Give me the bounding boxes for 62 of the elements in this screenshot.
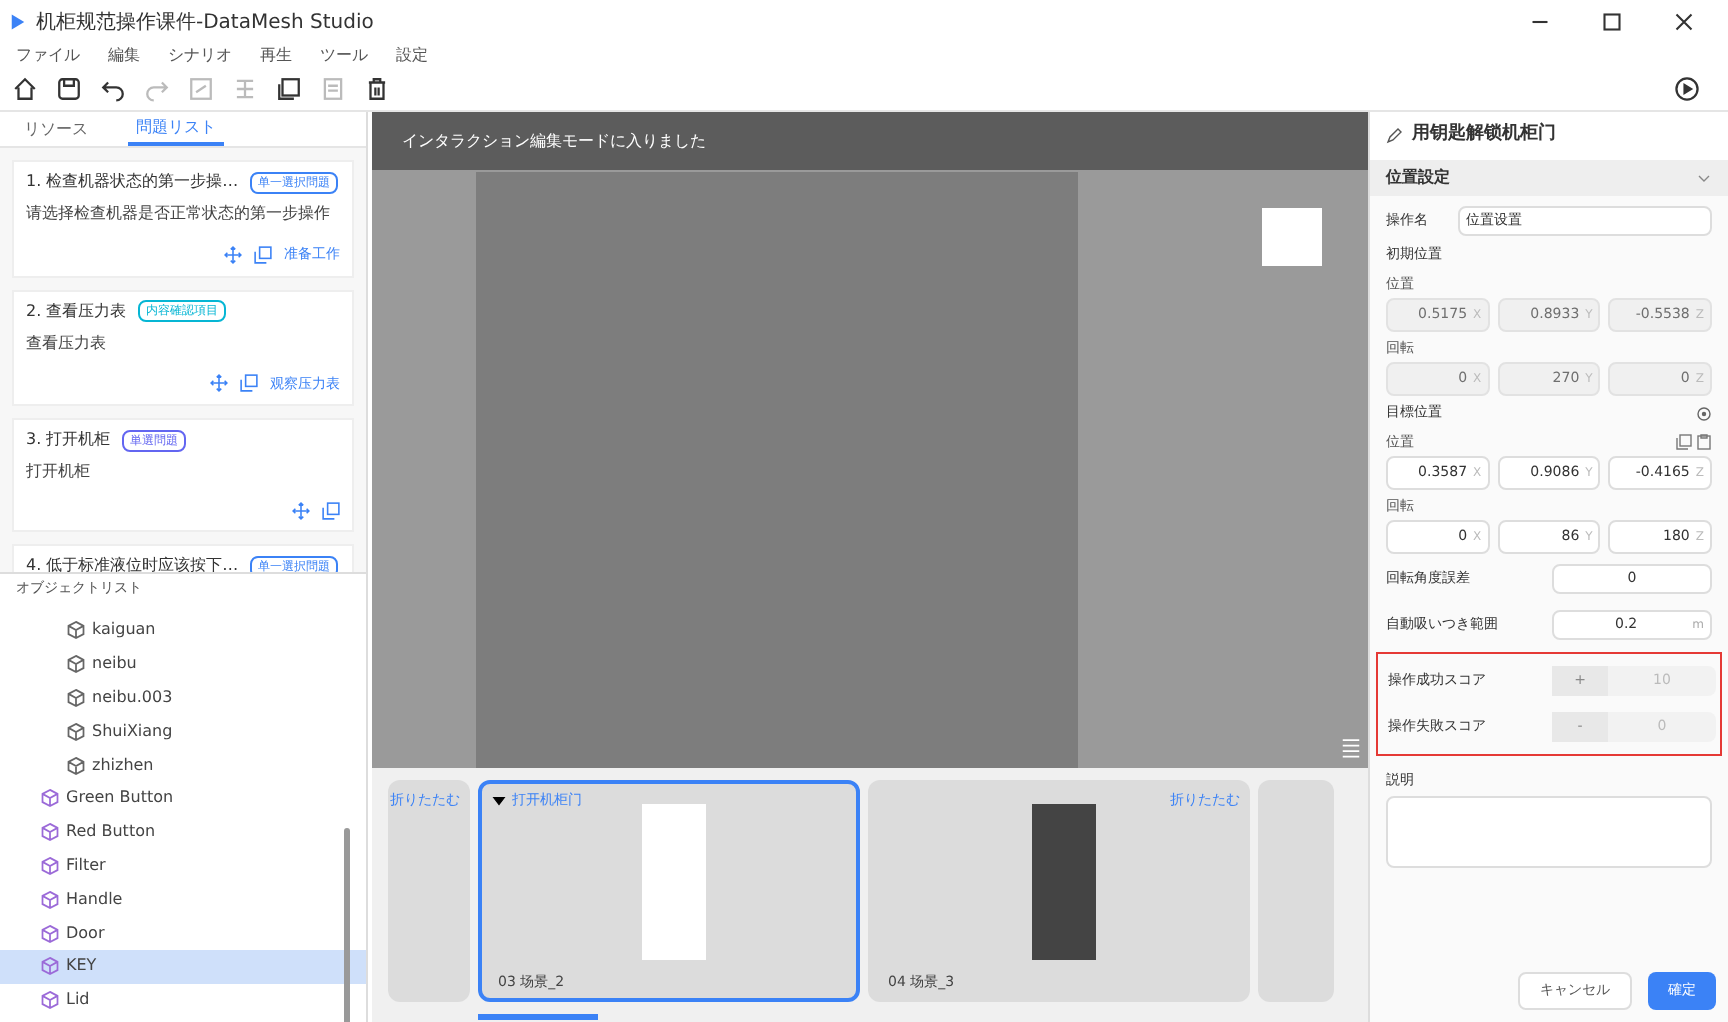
description-input[interactable]	[1386, 795, 1712, 867]
object-item[interactable]: Handle	[0, 882, 366, 917]
save-icon[interactable]	[56, 76, 82, 102]
list-icon[interactable]	[1340, 736, 1362, 758]
section-header[interactable]: 位置設定	[1370, 160, 1728, 196]
window-title: 机柜规范操作课件-DataMesh Studio	[36, 9, 376, 37]
play-icon[interactable]	[1674, 76, 1700, 102]
question-description: 请选择检查机器是否正常状态的第一步操作	[26, 202, 332, 226]
object-item[interactable]: Lid	[0, 983, 366, 1018]
cube-icon	[66, 755, 86, 776]
undo-icon[interactable]	[100, 76, 126, 102]
object-item[interactable]: ShuiXiang	[0, 714, 366, 749]
cube-icon	[40, 855, 60, 876]
move-icon[interactable]	[224, 245, 242, 264]
question-title: 4. 低于标准液位时应该按下…	[26, 554, 239, 572]
question-title: 2. 查看压力表	[26, 299, 127, 323]
close-icon[interactable]	[1672, 10, 1696, 34]
cube-icon	[40, 990, 60, 1011]
copy-icon[interactable]	[276, 76, 302, 102]
scrollbar[interactable]	[478, 1014, 598, 1020]
cube-icon	[40, 788, 60, 809]
status-banner: インタラクション編集モードに入りました	[372, 112, 1368, 170]
object-item[interactable]: KEY	[0, 949, 366, 984]
paste-icon[interactable]	[1696, 434, 1712, 450]
object-item[interactable]: neibu	[0, 647, 366, 682]
app-logo-icon	[8, 12, 28, 32]
question-title: 1. 检查机器状态的第一步操…	[26, 170, 239, 194]
caret-icon	[492, 793, 506, 808]
trash-icon[interactable]	[364, 76, 390, 102]
cube-icon	[40, 889, 60, 910]
home-icon[interactable]	[12, 76, 38, 102]
pencil-icon[interactable]	[1386, 128, 1402, 144]
cube-icon	[66, 687, 86, 708]
menu-item[interactable]: 編集	[108, 44, 140, 68]
target-icon[interactable]	[1696, 405, 1712, 421]
cube-icon	[40, 956, 60, 977]
cube-icon	[40, 923, 60, 944]
move-icon[interactable]	[292, 502, 310, 520]
object-item[interactable]: Red Button	[0, 815, 366, 850]
tab[interactable]: リソース	[16, 112, 96, 146]
cube-icon	[66, 620, 86, 641]
scrollbar[interactable]	[344, 828, 350, 1022]
cube-icon	[66, 721, 86, 742]
menu-item[interactable]: ツール	[320, 44, 368, 68]
object-item[interactable]: Filter	[0, 849, 366, 883]
menu-item[interactable]: シナリオ	[168, 44, 232, 68]
question-title: 3. 打开机柜	[26, 428, 111, 452]
object-item[interactable]: zhizhen	[0, 748, 366, 782]
object-item[interactable]: kaiguan	[0, 614, 366, 648]
cube-icon	[66, 654, 86, 675]
object-item[interactable]: Green Button	[0, 781, 366, 816]
menu-item[interactable]: 再生	[260, 44, 292, 68]
move-icon[interactable]	[210, 374, 228, 393]
maximize-icon[interactable]	[1600, 10, 1624, 34]
menu-item[interactable]: 設定	[396, 44, 428, 68]
object-item[interactable]: Door	[0, 916, 366, 950]
cube-icon	[40, 822, 60, 843]
question-description: 查看压力表	[26, 331, 108, 355]
panel-title: 用钥匙解锁机柜门	[1412, 122, 1556, 149]
menu-item[interactable]: ファイル	[16, 44, 80, 68]
object-item[interactable]: neibu.003	[0, 681, 366, 715]
question-description: 打开机柜	[26, 460, 92, 484]
